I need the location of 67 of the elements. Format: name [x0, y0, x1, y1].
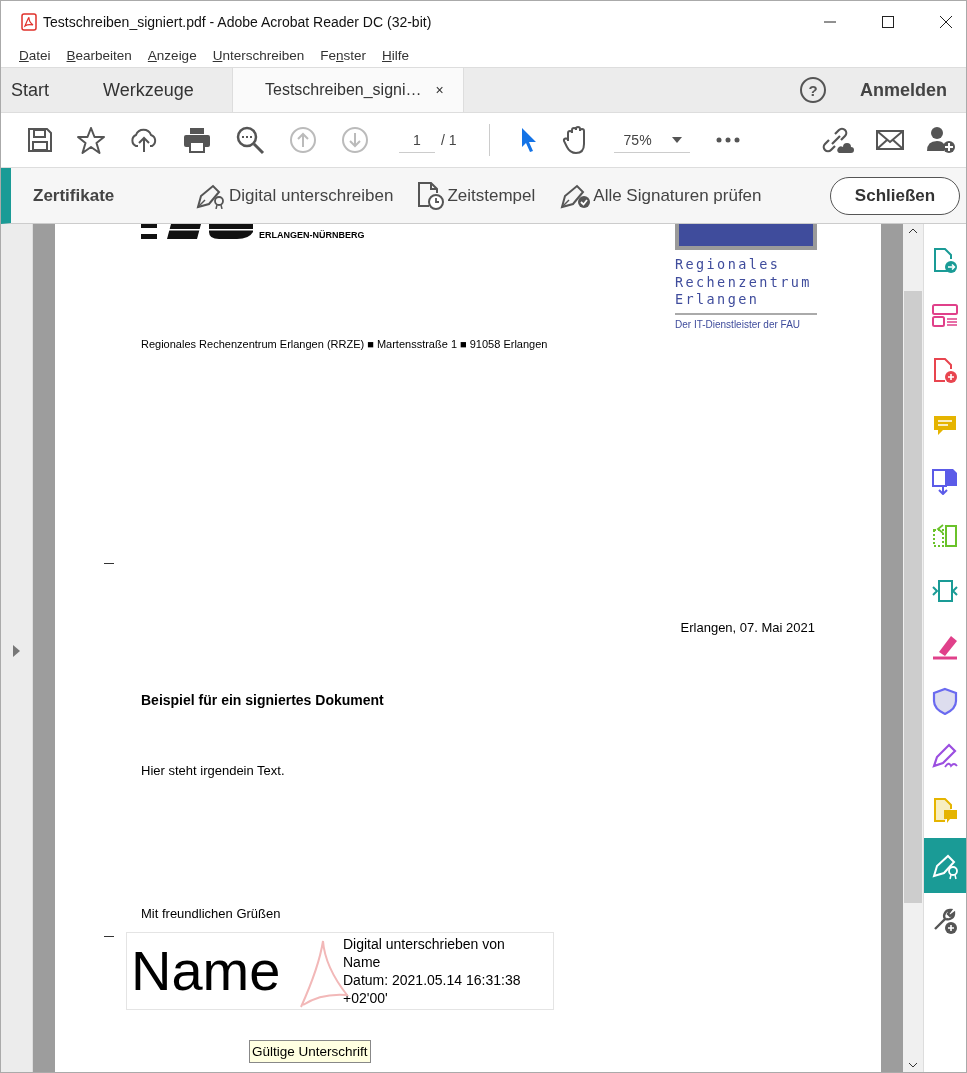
tooltip: Gültige Unterschrift — [249, 1040, 371, 1063]
cloud-upload-icon[interactable] — [129, 127, 159, 153]
scroll-down-icon[interactable] — [909, 1063, 917, 1068]
scroll-up-icon[interactable] — [909, 228, 917, 233]
letter-subject: Beispiel für ein signiertes Dokument — [141, 691, 385, 708]
logo-subtitle: ERLANGEN-NÜRNBERG — [259, 231, 365, 240]
help-button[interactable]: ? — [800, 77, 826, 103]
maximize-icon[interactable] — [882, 16, 894, 28]
letter-closing: Mit freundlichen Grüßen — [141, 905, 282, 921]
pen-icon — [931, 741, 959, 770]
toolbar-button[interactable]: Zeitstempel — [417, 180, 536, 211]
sign-in-link[interactable]: Anmelden — [860, 79, 947, 101]
signature-details: Datum: 2021.05.14 16:31:38 — [343, 970, 521, 989]
zoom-out-icon[interactable] — [235, 125, 265, 155]
pen-seal-icon — [195, 182, 227, 209]
signature-field[interactable]: Name Digital unterschrieben von Name Datum: 2021.05.14 16:31:38 +02'00' — [126, 931, 554, 1010]
scrollbar-thumb[interactable] — [904, 291, 922, 903]
document-clock-icon — [417, 180, 446, 211]
tab[interactable]: Testschreiben_signi… × — [232, 68, 464, 112]
tab[interactable]: Start — [1, 68, 86, 112]
menu-item[interactable]: Unterschreiben — [212, 47, 305, 63]
tool-button[interactable] — [924, 838, 966, 893]
logo-text: Regionales — [675, 256, 782, 274]
letter-body: Hier steht irgendein Text. — [141, 762, 286, 778]
menu-item[interactable]: Bearbeiten — [66, 47, 132, 63]
tab[interactable]: Werkzeuge — [86, 68, 232, 112]
pages-icon — [931, 521, 959, 550]
signature-details: Digital unterschrieben von — [343, 934, 506, 953]
toolbar-button[interactable]: Alle Signaturen prüfen — [559, 180, 762, 211]
add-user-icon[interactable] — [926, 126, 956, 154]
page-count: / 1 — [441, 132, 457, 148]
link-cloud-icon[interactable] — [822, 126, 854, 154]
star-icon[interactable] — [77, 126, 105, 154]
save-icon[interactable] — [27, 127, 53, 153]
layout-icon — [931, 301, 959, 330]
toolbar-button[interactable]: Digital unterschreiben — [195, 180, 394, 211]
zoom-dropdown[interactable]: 75% — [613, 127, 690, 153]
page-number-field[interactable]: 1 — [399, 127, 435, 153]
certificates-title: Zertifikate — [33, 185, 116, 206]
pen-check-icon — [559, 182, 592, 209]
logo-text: Rechenzentrum — [675, 273, 813, 291]
more-icon[interactable] — [715, 137, 740, 143]
caret-icon — [671, 136, 682, 143]
export-icon — [931, 246, 959, 275]
window-title: Testschreiben_signiert.pdf - Adobe Acrobat Reader DC (32-bit) — [43, 14, 432, 30]
menu-item[interactable]: Hilfe — [382, 47, 410, 63]
signature-details: Name — [343, 952, 382, 971]
menu-item[interactable]: Anzeige — [147, 47, 197, 63]
logo-text: Erlangen — [675, 291, 761, 309]
mail-icon[interactable] — [876, 130, 904, 150]
signature-details: +02'00' — [343, 988, 389, 1007]
menu-item[interactable]: Fenster — [320, 47, 366, 63]
add-document-icon — [931, 356, 959, 385]
shield-icon — [931, 686, 959, 715]
sender-address: Regionales Rechenzentrum Erlangen (RRZE) ■ Martensstraße 1 ■ 91058 Erlangen — [141, 337, 549, 350]
combine-icon — [931, 466, 959, 495]
document-comment-icon — [931, 796, 959, 825]
close-button[interactable]: Schließen — [830, 176, 960, 215]
logo-tagline: Der IT-Dienstleister der FAU — [675, 312, 817, 330]
pointer-icon[interactable] — [519, 127, 538, 153]
close-icon[interactable] — [940, 16, 952, 28]
pdf-icon — [21, 13, 37, 31]
expand-panel-icon[interactable] — [13, 645, 20, 657]
print-icon[interactable] — [183, 127, 211, 153]
letter-date: Erlangen, 07. Mai 2021 — [679, 619, 815, 635]
signature-name: Name — [131, 938, 282, 1003]
menu-item[interactable]: Datei — [19, 47, 51, 63]
